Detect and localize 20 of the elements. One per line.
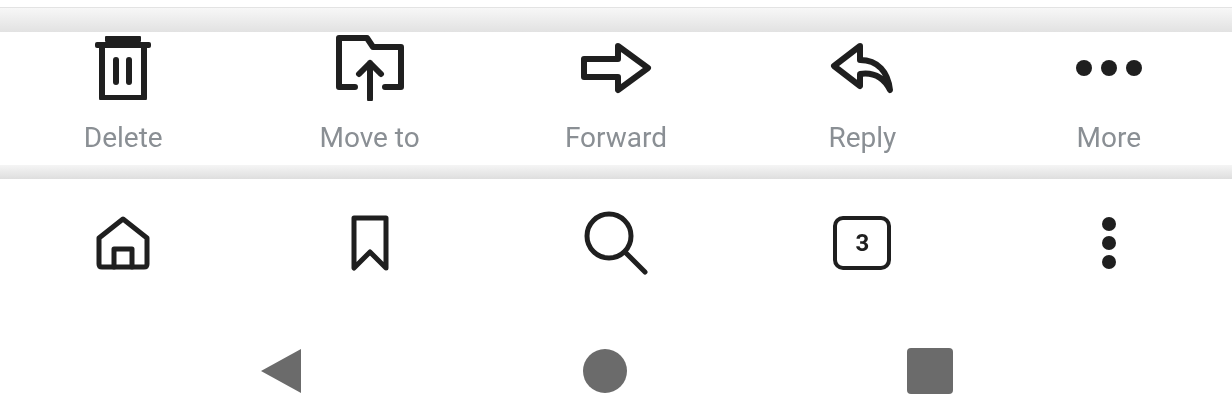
bookmark-icon [349, 213, 390, 272]
search-button[interactable] [583, 209, 649, 276]
action-button[interactable]: Move to [246, 32, 493, 165]
tab-count-button[interactable]: 3 [833, 215, 892, 270]
menu-icon [1100, 215, 1117, 270]
reply-icon [830, 42, 895, 94]
menu-button[interactable] [1100, 215, 1117, 270]
home-icon[interactable] [583, 349, 627, 393]
folder-upload-icon [334, 35, 405, 101]
right-arrow-icon [580, 42, 652, 94]
action-button[interactable]: Forward [492, 32, 740, 165]
action-button[interactable]: Delete [0, 32, 247, 165]
more-icon [1074, 59, 1143, 77]
bookmark-button[interactable] [349, 213, 390, 272]
action-button[interactable]: Reply [739, 32, 986, 165]
back-icon[interactable] [259, 347, 303, 395]
home-icon [95, 215, 152, 270]
home-button[interactable] [95, 215, 152, 270]
action-button[interactable]: More [985, 32, 1232, 165]
search-icon [583, 209, 649, 276]
